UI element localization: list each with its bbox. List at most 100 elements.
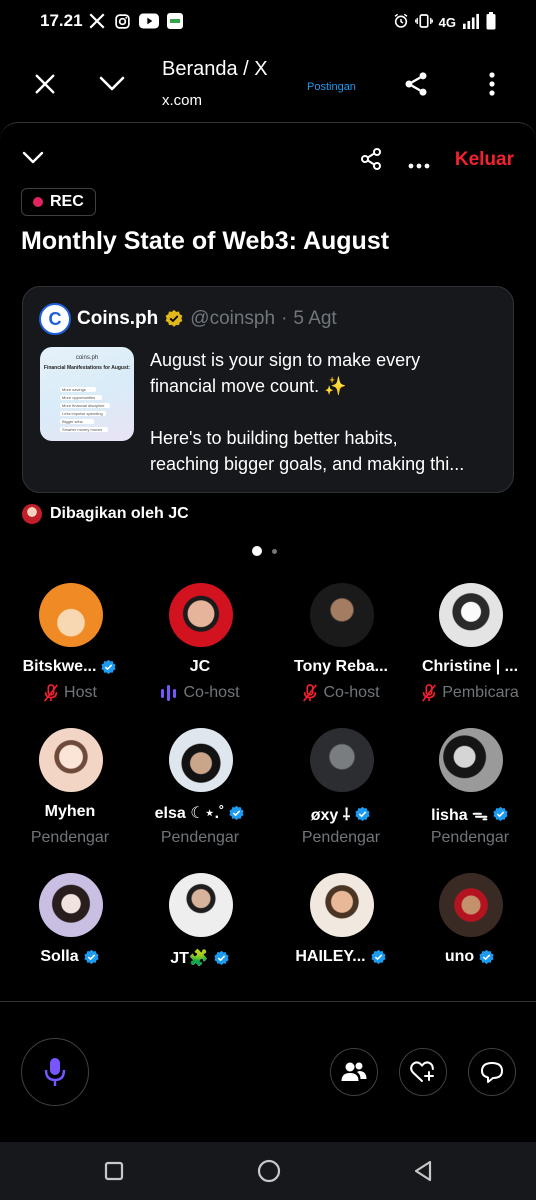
share-icon [361,148,381,170]
participants-button[interactable] [330,1048,378,1096]
participant-role: Pendengar [301,829,381,846]
signal-icon [462,13,480,32]
home-button[interactable] [254,1156,284,1186]
react-button[interactable] [399,1048,447,1096]
shared-by[interactable]: Dibagikan oleh JC [22,504,189,524]
controls-divider [0,1001,536,1002]
space-more-button[interactable] [408,156,430,174]
participant-role: Pembicara [400,684,536,702]
avatar [310,873,374,937]
share-icon [405,72,427,96]
mic-icon [44,1058,66,1086]
post-label[interactable]: Postingan [307,81,356,93]
tweet-text-line: Here's to building better habits, [150,428,398,448]
browser-url: x.com [162,92,203,109]
chevron-down-icon [22,151,44,164]
verified-icon [214,950,229,965]
verified-icon [371,949,386,964]
tweet-author-name: Coins.ph [77,308,159,329]
collapse-button[interactable] [92,64,132,104]
battery-icon [486,12,496,33]
participant-name: elsa ☾⋆.˚ [130,803,270,823]
participant-name: Bitskwe... [0,658,140,676]
participant-name: Tony Reba... [294,658,388,675]
verified-icon [479,949,494,964]
thumb-title: Financial Manifestations for August: [43,365,131,371]
participant-role: Pendengar [430,829,510,846]
browser-menu-button[interactable] [472,64,512,104]
status-right-icons: 4G [393,12,496,33]
mic-off-icon [422,684,437,702]
avatar [439,583,503,647]
participant-name: øxy ⸸ [271,803,411,825]
avatar [169,873,233,937]
tweet-text: August is your sign to make every financ… [150,347,502,477]
home-icon [257,1159,281,1183]
participant-name: uno [400,948,536,966]
participant-name: Solla [0,948,140,966]
avatar [439,873,503,937]
share-space-button[interactable] [359,147,383,176]
participant-role: Pendengar [30,829,110,846]
grid-fade [0,975,536,1001]
chevron-down-icon [99,76,125,91]
sharer-avatar [22,504,42,524]
participant-name: lisha ᯓ [400,803,536,825]
tweet-text-line: reaching bigger goals, and making thi... [150,454,465,474]
verified-icon [84,949,99,964]
system-nav-bar [0,1142,536,1200]
close-tab-button[interactable] [25,64,65,104]
instagram-icon [114,13,131,35]
page-dot-active [252,546,262,556]
mic-button[interactable] [21,1038,89,1106]
vibrate-icon [414,13,433,32]
status-bar: 17.21 4G [0,0,536,44]
avatar [169,728,233,792]
participant-name: JC [189,658,211,675]
avatar [169,583,233,647]
thumb-line: More financial discipline [60,403,110,408]
pinned-tweet-card[interactable]: C Coins.ph @coinsph · 5 Agt coins.ph Fin… [22,286,514,493]
thumb-line: More opportunities [60,395,102,400]
space-sheet: Keluar REC Monthly State of Web3: August… [0,122,536,1142]
tweet-separator: · [281,308,288,329]
avatar [39,583,103,647]
coins-logo-avatar: C [39,303,71,335]
verified-icon [493,806,508,821]
participant-name: HAILEY... [271,948,411,966]
thumb-line: Bigger wins [60,419,94,424]
recording-dot-icon [33,197,43,207]
space-title: Monthly State of Web3: August [21,227,390,255]
page-indicator [252,546,277,556]
thumb-line: Smarter money moves [60,427,108,432]
participant-role: Pendengar [160,829,240,846]
avatar [310,583,374,647]
recents-icon [104,1161,124,1181]
shared-by-label: Dibagikan oleh JC [50,505,189,522]
recording-label: REC [50,193,84,210]
verified-icon [101,659,116,674]
mic-off-icon [44,684,58,702]
back-button[interactable] [408,1156,438,1186]
page-dot [272,548,277,554]
tweet-text-line [150,399,502,425]
minimize-space-button[interactable] [22,151,44,170]
status-app-icons [88,12,183,35]
tweet-media-thumbnail[interactable]: coins.ph Financial Manifestations for Au… [40,347,134,441]
close-icon [35,74,55,94]
leave-space-button[interactable]: Keluar [455,149,514,171]
avatar [439,728,503,792]
people-icon [341,1062,367,1081]
x-icon [88,12,106,35]
thumb-brand: coins.ph [75,355,99,361]
heart-plus-icon [410,1061,434,1082]
tweet-text-line: financial move count. ✨ [150,376,347,396]
browser-toolbar: Beranda / X x.com Postingan [0,44,536,122]
more-horizontal-icon [408,163,430,169]
participant-name: Christine | ... [421,658,519,675]
comment-button[interactable] [468,1048,516,1096]
recents-button[interactable] [99,1156,129,1186]
tweet-author-handle: @coinsph [190,308,276,329]
share-page-button[interactable] [396,64,436,104]
alarm-icon [393,13,409,32]
